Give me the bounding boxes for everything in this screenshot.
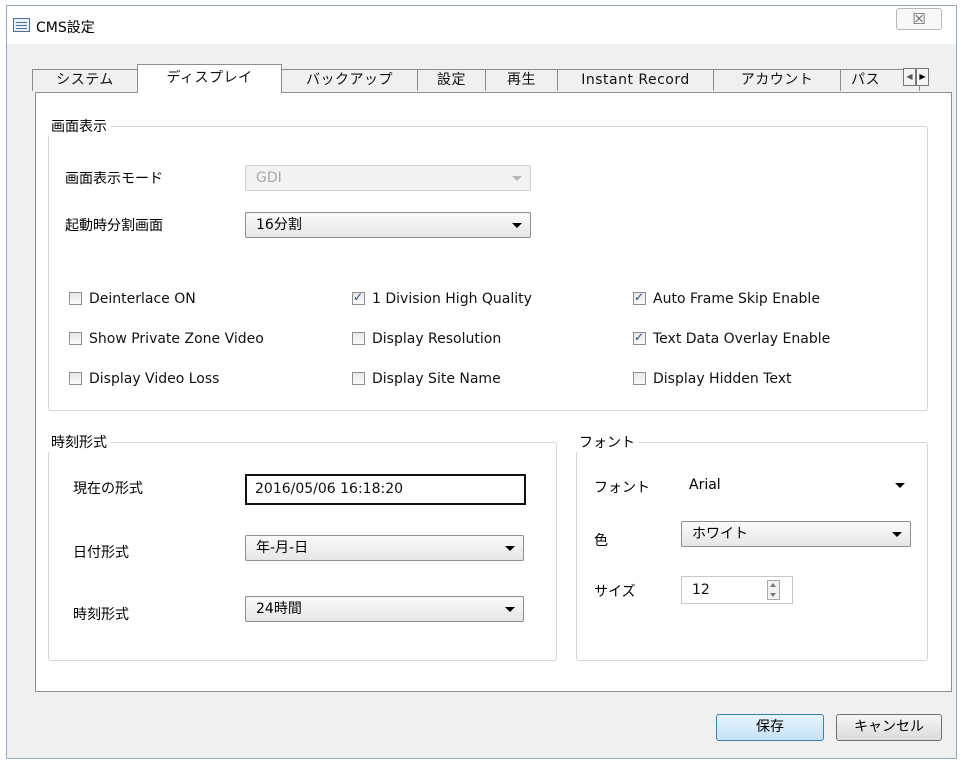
checkbox-label: Auto Frame Skip Enable	[653, 291, 820, 307]
display-mode-label: 画面表示モード	[65, 171, 163, 187]
checkbox-label: Display Video Loss	[89, 371, 220, 387]
time-format-group-title: 時刻形式	[47, 432, 111, 452]
save-button[interactable]: 保存	[716, 714, 824, 741]
checkbox-box[interactable]	[352, 372, 365, 385]
tab-scroll-left-icon[interactable]: ◀	[903, 68, 916, 86]
screen-display-group-title: 画面表示	[47, 116, 111, 136]
tab-account[interactable]: アカウント	[713, 69, 841, 91]
checkbox-box[interactable]	[633, 330, 646, 345]
font-label: フォント	[594, 480, 650, 496]
display-tab-panel: 画面表示 画面表示モード GDI 起動時分割画面 16分割 Deinterlac…	[35, 92, 952, 692]
startup-split-select[interactable]: 16分割	[245, 212, 531, 238]
startup-split-value: 16分割	[256, 217, 302, 233]
checkbox-box[interactable]	[69, 292, 82, 305]
font-group-title: フォント	[575, 432, 639, 452]
checkbox-label: Display Resolution	[372, 331, 502, 347]
size-spinner[interactable]: 12	[681, 576, 793, 604]
close-button[interactable]: ☒	[896, 8, 942, 30]
display-mode-select: GDI	[245, 165, 531, 191]
tab-settings[interactable]: 設定	[417, 69, 486, 91]
dialog-client-area: システム ディスプレイ バックアップ 設定 再生 Instant Record …	[7, 44, 956, 758]
tab-system[interactable]: システム	[32, 69, 138, 91]
checkbox-box[interactable]	[69, 372, 82, 385]
checkbox-label: Show Private Zone Video	[89, 331, 264, 347]
checkbox-label: Text Data Overlay Enable	[653, 331, 831, 347]
date-format-label: 日付形式	[73, 545, 129, 561]
chevron-down-icon	[512, 223, 522, 228]
time-format-value: 24時間	[256, 601, 302, 617]
tab-playback[interactable]: 再生	[485, 69, 558, 91]
checkbox-label: Display Site Name	[372, 371, 501, 387]
tab-strip: システム ディスプレイ バックアップ 設定 再生 Instant Record …	[32, 64, 952, 93]
checkbox-label: 1 Division High Quality	[372, 291, 532, 307]
tab-backup[interactable]: バックアップ	[281, 69, 418, 91]
title-bar: CMS設定 ☒	[7, 6, 956, 44]
startup-split-label: 起動時分割画面	[65, 218, 163, 234]
spinner-arrows-icon[interactable]	[767, 580, 780, 600]
chevron-down-icon	[505, 607, 515, 612]
checkbox-box[interactable]	[633, 372, 646, 385]
font-select[interactable]: Arial	[681, 473, 913, 499]
current-format-label: 現在の形式	[73, 481, 143, 497]
color-select[interactable]: ホワイト	[681, 521, 911, 547]
checkbox-label: Display Hidden Text	[653, 371, 792, 387]
checkbox-box[interactable]	[633, 290, 646, 305]
checkbox-box[interactable]	[69, 332, 82, 345]
current-format-display: 2016/05/06 16:18:20	[245, 474, 526, 505]
chevron-down-icon	[512, 176, 522, 181]
checkbox-label: Deinterlace ON	[89, 291, 196, 307]
date-format-select[interactable]: 年-月-日	[245, 535, 524, 561]
chevron-down-icon	[505, 546, 515, 551]
app-window-icon	[13, 18, 30, 32]
chevron-down-icon	[892, 532, 902, 537]
tab-instant-record[interactable]: Instant Record	[557, 69, 714, 91]
font-group: フォント フォント Arial 色 ホワイト サイズ 12	[575, 432, 928, 661]
time-format-group: 時刻形式 現在の形式 2016/05/06 16:18:20 日付形式 年-月-…	[47, 432, 557, 661]
window-title: CMS設定	[36, 20, 95, 36]
size-value: 12	[692, 582, 710, 598]
font-value: Arial	[689, 477, 721, 493]
time-format-label: 時刻形式	[73, 607, 129, 623]
settings-dialog: CMS設定 ☒ システム ディスプレイ バックアップ 設定 再生 Instant…	[6, 5, 957, 759]
time-format-select[interactable]: 24時間	[245, 596, 524, 622]
tab-display[interactable]: ディスプレイ	[137, 64, 282, 93]
chevron-down-icon	[895, 483, 905, 488]
checkbox-box[interactable]	[352, 290, 365, 305]
size-label: サイズ	[594, 584, 636, 600]
cancel-button[interactable]: キャンセル	[836, 714, 942, 741]
display-mode-value: GDI	[256, 170, 282, 186]
color-value: ホワイト	[692, 526, 748, 542]
tab-scroll-right-icon[interactable]: ▶	[916, 68, 929, 86]
color-label: 色	[594, 533, 608, 549]
date-format-value: 年-月-日	[256, 540, 309, 556]
screen-display-group: 画面表示 画面表示モード GDI 起動時分割画面 16分割 Deinterlac…	[47, 116, 928, 411]
checkbox-box[interactable]	[352, 332, 365, 345]
